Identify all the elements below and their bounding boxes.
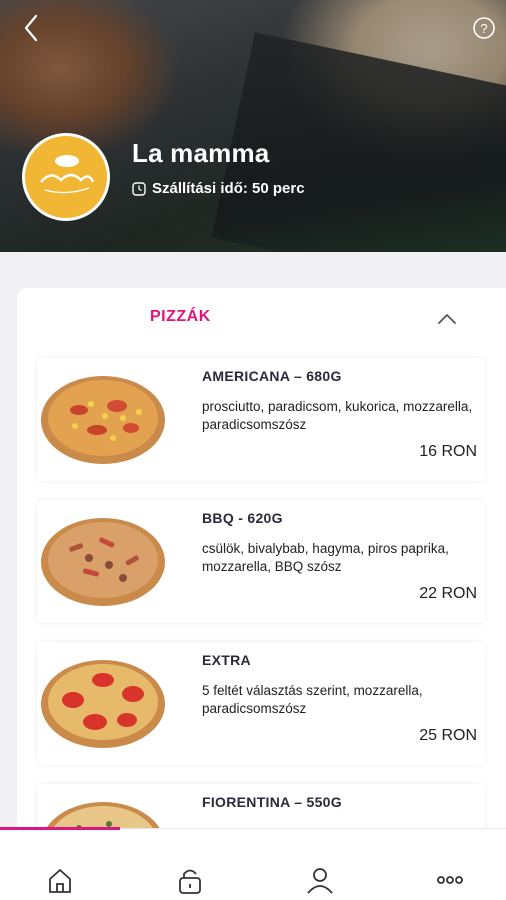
item-price: 16 RON <box>419 443 477 460</box>
more-icon[interactable] <box>435 865 465 895</box>
pizza-image <box>41 660 165 748</box>
pizza-image <box>41 376 165 464</box>
item-description: 5 feltét választás szerint, mozzarella, … <box>202 683 423 716</box>
pizza-image <box>41 518 165 606</box>
menu-item[interactable]: EXTRA 5 feltét választás szerint, mozzar… <box>37 642 485 765</box>
item-price: 22 RON <box>419 585 477 602</box>
home-icon[interactable] <box>45 865 75 895</box>
item-name: BBQ - 620G <box>202 510 283 526</box>
scroll-progress-bar <box>0 827 120 830</box>
clock-icon <box>132 181 146 196</box>
item-name: EXTRA <box>202 652 251 668</box>
item-price: 25 RON <box>419 727 477 744</box>
question-circle-icon[interactable]: ? <box>472 16 496 40</box>
chevron-left-icon[interactable] <box>18 12 46 44</box>
menu-card: PIZZÁK AMERICANA – 680G prosciutto, para… <box>17 288 506 848</box>
svg-text:?: ? <box>480 21 487 36</box>
chevron-up-icon[interactable] <box>437 312 457 326</box>
bottom-navigation <box>0 827 506 900</box>
item-name: AMERICANA – 680G <box>202 368 342 384</box>
restaurant-hero: ? La mamma Szállítási idő: 50 perc <box>0 0 506 252</box>
logo-graphic-icon <box>40 155 95 194</box>
delivery-time: Szállítási idő: 50 perc <box>132 180 305 197</box>
menu-item[interactable]: AMERICANA – 680G prosciutto, paradicsom,… <box>37 358 485 481</box>
lock-icon[interactable] <box>175 865 205 895</box>
restaurant-logo <box>22 133 110 221</box>
menu-item[interactable]: BBQ - 620G csülök, bivalybab, hagyma, pi… <box>37 500 485 623</box>
item-name: FIORENTINA – 550G <box>202 794 342 810</box>
category-header[interactable]: PIZZÁK <box>17 288 506 352</box>
restaurant-name: La mamma <box>132 138 270 168</box>
delivery-time-text: Szállítási idő: 50 perc <box>152 180 305 197</box>
category-title: PIZZÁK <box>150 308 211 325</box>
user-icon[interactable] <box>305 865 335 895</box>
item-description: csülök, bivalybab, hagyma, piros paprika… <box>202 541 449 574</box>
item-description: prosciutto, paradicsom, kukorica, mozzar… <box>202 399 473 432</box>
